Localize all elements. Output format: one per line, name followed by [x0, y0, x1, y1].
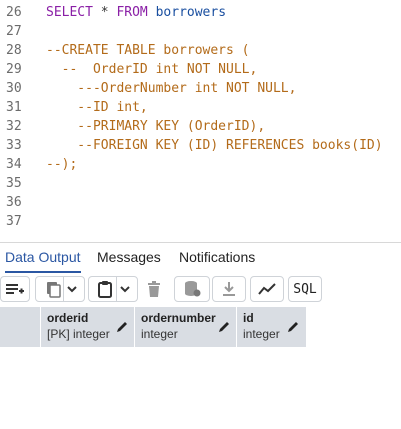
results-toolbar: SQL [0, 273, 401, 307]
code-line[interactable]: 34 --); [0, 155, 401, 174]
code-token: --); [46, 157, 78, 172]
copy-icon [46, 282, 61, 298]
column-type: integer [243, 327, 280, 341]
tab-data-output[interactable]: Data Output [5, 243, 81, 273]
code-token: SELECT [46, 5, 93, 20]
line-number: 33 [6, 138, 22, 153]
code-line[interactable]: 36 [0, 193, 401, 212]
code-text: --PRIMARY KEY (OrderID), [46, 117, 265, 136]
line-number: 37 [6, 214, 22, 229]
code-line[interactable]: 35 [0, 174, 401, 193]
line-number: 27 [6, 24, 22, 39]
add-row-icon [6, 284, 24, 294]
line-number: 35 [6, 176, 22, 191]
code-token: ---OrderNumber int NOT NULL, [46, 81, 297, 96]
code-text: -- OrderID int NOT NULL, [46, 60, 258, 79]
line-number: 26 [6, 5, 22, 20]
tab-messages[interactable]: Messages [97, 243, 161, 271]
code-token: --CREATE TABLE borrowers ( [46, 43, 250, 58]
save-data-button[interactable] [174, 276, 210, 302]
code-token: -- OrderID int NOT NULL, [46, 62, 258, 77]
add-row-button[interactable] [0, 276, 30, 302]
code-line[interactable]: 31 --ID int, [0, 98, 401, 117]
line-number: 28 [6, 43, 22, 58]
column-type: [PK] integer [47, 327, 110, 341]
chevron-down-icon[interactable] [64, 281, 80, 297]
code-token: --ID int, [46, 100, 148, 115]
code-line[interactable]: 26 SELECT * FROM borrowers [0, 3, 401, 22]
code-token: FROM [116, 5, 148, 20]
column-name: orderid [47, 311, 89, 325]
column-name: id [243, 311, 254, 325]
download-icon [223, 282, 235, 296]
column-header-id[interactable]: id integer [237, 307, 306, 347]
column-name: ordernumber [141, 311, 216, 325]
code-text: --ID int, [46, 98, 148, 117]
download-button[interactable] [212, 276, 246, 302]
line-number: 29 [6, 62, 22, 77]
column-header-orderid[interactable]: orderid [PK] integer [41, 307, 135, 347]
graph-visualiser-button[interactable] [250, 276, 284, 302]
tab-notifications[interactable]: Notifications [179, 243, 255, 271]
edit-icon[interactable] [286, 320, 300, 334]
line-number: 32 [6, 119, 22, 134]
database-save-icon [185, 281, 201, 297]
column-header-ordernumber[interactable]: ordernumber integer [135, 307, 237, 347]
code-text: --FOREIGN KEY (ID) REFERENCES books(ID) [46, 136, 383, 155]
sql-editor[interactable]: 26 SELECT * FROM borrowers 27 28 --CREATE TA… [0, 0, 401, 242]
code-line[interactable]: 30 ---OrderNumber int NOT NULL, [0, 79, 401, 98]
column-type: integer [141, 327, 178, 341]
code-line[interactable]: 28 --CREATE TABLE borrowers ( [0, 41, 401, 60]
line-number: 31 [6, 100, 22, 115]
code-text: SELECT * FROM borrowers [46, 3, 226, 22]
line-number: 34 [6, 157, 22, 172]
line-number: 36 [6, 195, 22, 210]
paste-icon [97, 281, 112, 298]
code-line[interactable]: 37 [0, 212, 401, 231]
code-text: --CREATE TABLE borrowers ( [46, 41, 250, 60]
chevron-down-icon[interactable] [117, 281, 133, 297]
paste-button[interactable] [88, 276, 138, 302]
results-grid-header: orderid [PK] integer ordernumber integer… [0, 307, 306, 347]
trash-icon [148, 281, 160, 297]
copy-button[interactable] [35, 276, 85, 302]
code-token: --FOREIGN KEY (ID) REFERENCES books(ID) [46, 138, 383, 153]
edit-icon[interactable] [115, 320, 129, 334]
code-token: --PRIMARY KEY (OrderID), [46, 119, 266, 134]
code-token: * [92, 5, 117, 20]
code-token: borrowers [147, 5, 227, 20]
code-line[interactable]: 33 --FOREIGN KEY (ID) REFERENCES books(I… [0, 136, 401, 155]
code-text: ---OrderNumber int NOT NULL, [46, 79, 296, 98]
sql-button[interactable]: SQL [288, 276, 322, 302]
edit-icon[interactable] [217, 320, 231, 334]
line-number: 30 [6, 81, 22, 96]
row-number-header [0, 307, 41, 347]
results-tabs: Data Output Messages Notifications [0, 242, 401, 273]
delete-button[interactable] [141, 276, 167, 302]
code-line[interactable]: 32 --PRIMARY KEY (OrderID), [0, 117, 401, 136]
code-line[interactable]: 29 -- OrderID int NOT NULL, [0, 60, 401, 79]
code-line[interactable]: 27 [0, 22, 401, 41]
code-text: --); [46, 155, 77, 174]
line-chart-icon [258, 283, 276, 295]
